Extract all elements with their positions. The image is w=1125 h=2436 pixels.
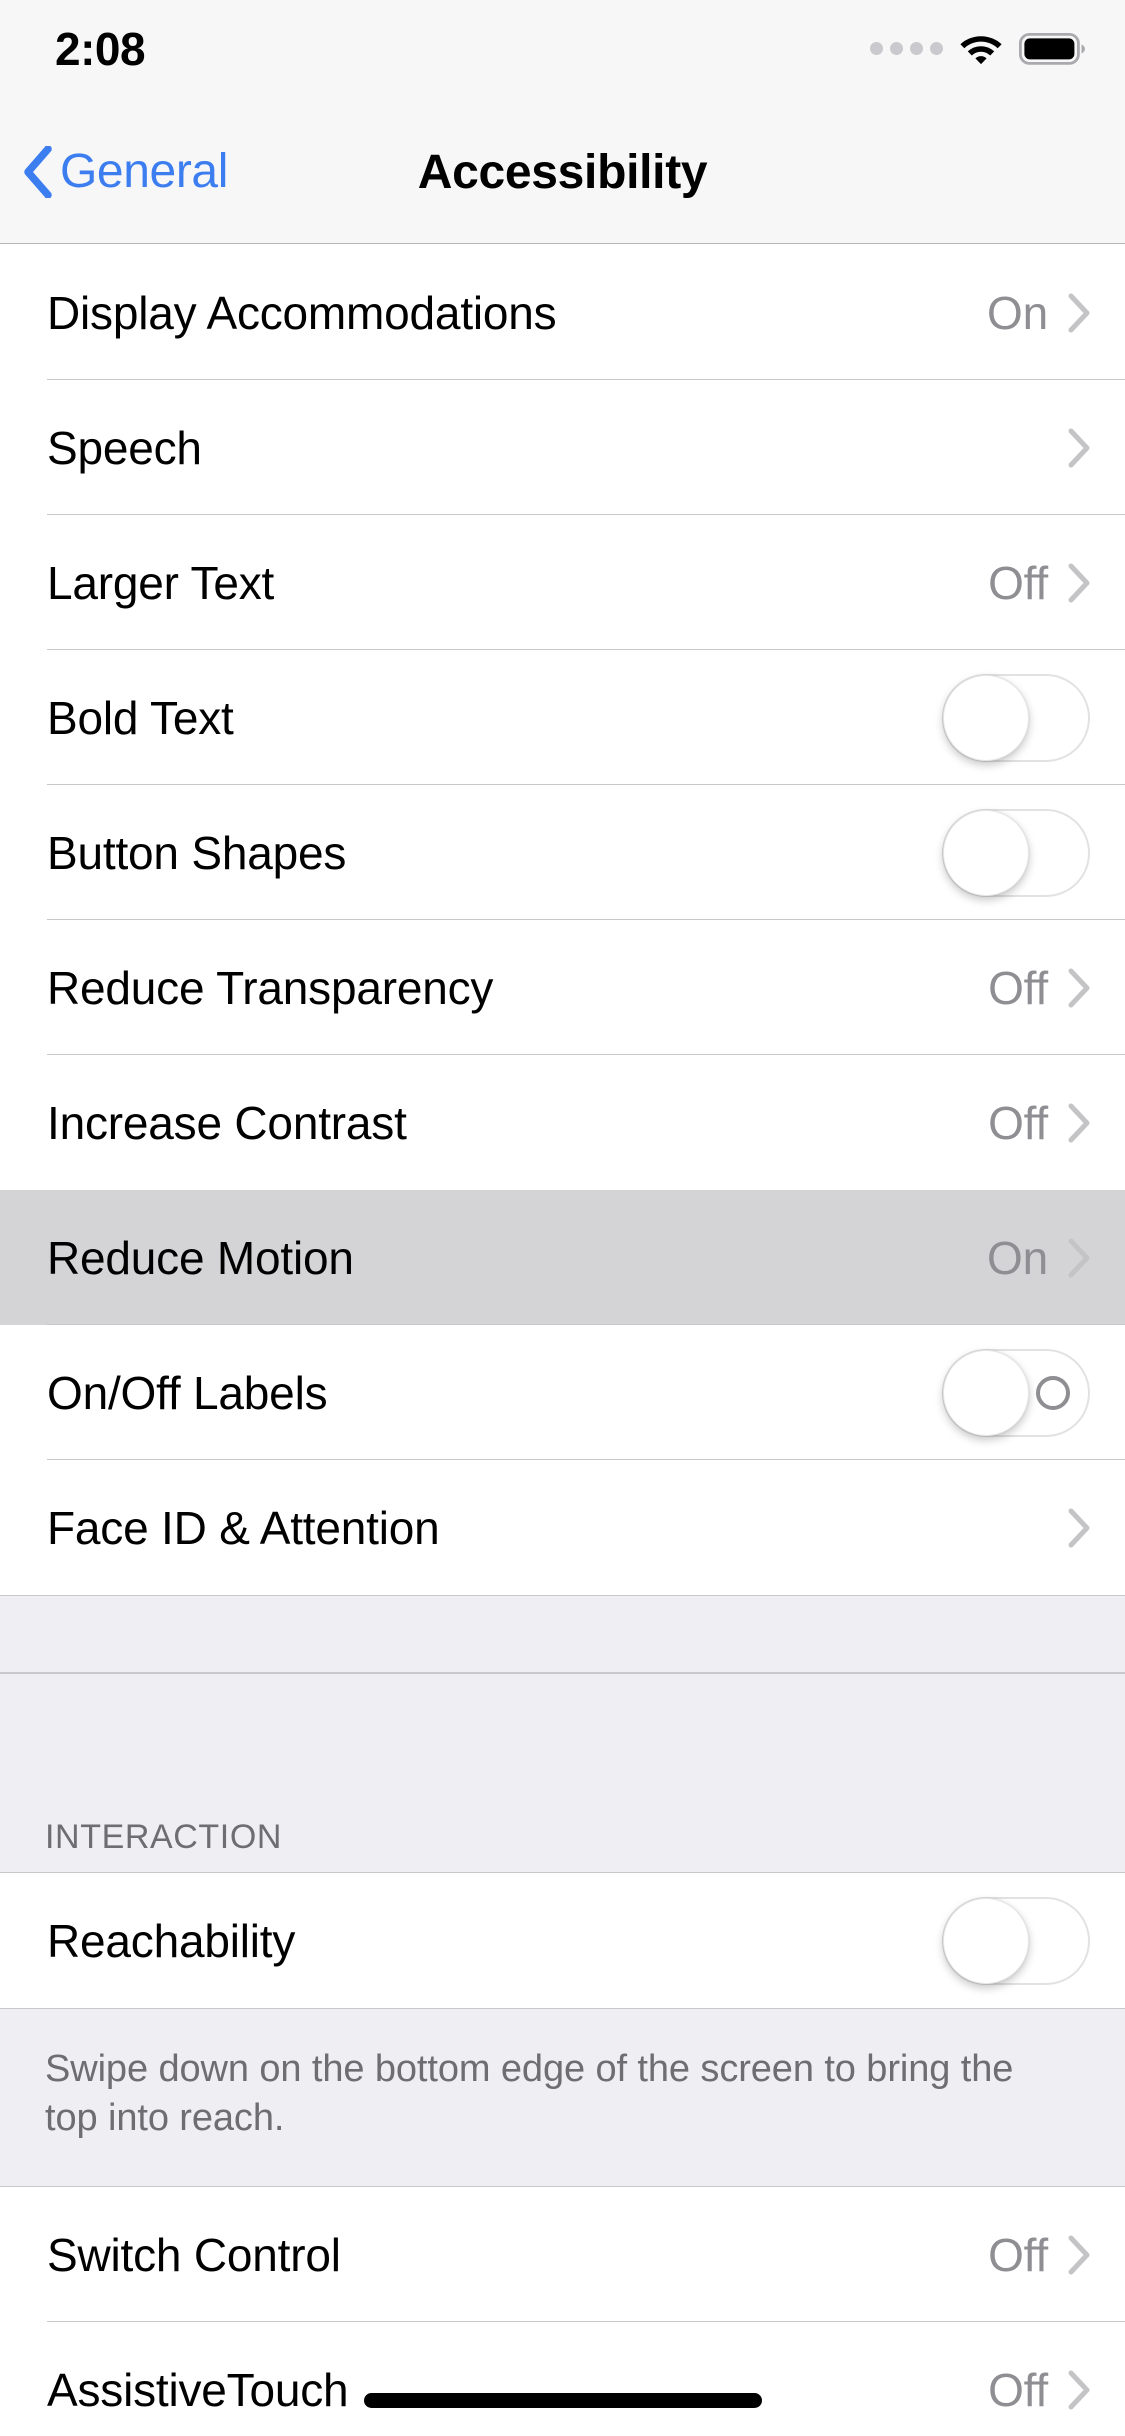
settings-row-reduce-motion[interactable]: Reduce Motion On bbox=[0, 1190, 1125, 1325]
settings-row-display-accommodations[interactable]: Display Accommodations On bbox=[0, 245, 1125, 380]
settings-row-label: Switch Control bbox=[47, 2228, 341, 2281]
settings-row-value: Off bbox=[988, 556, 1048, 609]
chevron-right-icon bbox=[1068, 1103, 1090, 1143]
settings-row-label: Reduce Transparency bbox=[47, 961, 494, 1014]
section-gap bbox=[0, 1595, 1125, 1673]
settings-row-accessory bbox=[1068, 428, 1090, 468]
settings-row-face-id-attention[interactable]: Face ID & Attention bbox=[0, 1460, 1125, 1595]
settings-row-label: Reduce Motion bbox=[47, 1231, 354, 1284]
settings-row-label: Reachability bbox=[47, 1914, 296, 1967]
navigation-bar: General Accessibility bbox=[0, 100, 1125, 244]
settings-row-label: Display Accommodations bbox=[47, 286, 557, 339]
back-button-label: General bbox=[60, 145, 228, 198]
settings-row-value: On bbox=[987, 1231, 1048, 1284]
settings-row-accessory bbox=[942, 1896, 1090, 1985]
toggle-bold-text[interactable] bbox=[942, 673, 1090, 762]
section-gap bbox=[0, 1673, 1125, 1751]
chevron-left-icon bbox=[22, 146, 52, 198]
chevron-right-icon bbox=[1068, 428, 1090, 468]
toggle-knob bbox=[943, 1897, 1029, 1984]
settings-table[interactable]: Display Accommodations On Speech Larger Tex… bbox=[0, 245, 1125, 2436]
section-header-label: INTERACTION bbox=[45, 1818, 283, 1856]
chevron-right-icon bbox=[1068, 293, 1090, 333]
settings-row-value: Off bbox=[988, 2363, 1048, 2416]
settings-row-label: Face ID & Attention bbox=[47, 1501, 440, 1554]
settings-row-accessory: Off bbox=[988, 2232, 1090, 2278]
settings-row-value: Off bbox=[988, 2228, 1048, 2281]
chevron-right-icon bbox=[1068, 2235, 1090, 2275]
settings-row-value: Off bbox=[988, 1096, 1048, 1149]
settings-group: Display Accommodations On Speech Larger Tex… bbox=[0, 245, 1125, 1595]
settings-row-accessory: On bbox=[987, 290, 1090, 336]
section-header-interaction: INTERACTION bbox=[0, 1751, 1125, 1873]
settings-row-increase-contrast[interactable]: Increase Contrast Off bbox=[0, 1055, 1125, 1190]
settings-row-accessory bbox=[942, 1348, 1090, 1437]
settings-row-label: Speech bbox=[47, 421, 202, 474]
settings-row-on-off-labels[interactable]: On/Off Labels bbox=[0, 1325, 1125, 1460]
settings-row-button-shapes[interactable]: Button Shapes bbox=[0, 785, 1125, 920]
settings-row-label: AssistiveTouch bbox=[47, 2363, 349, 2416]
toggle-knob bbox=[943, 809, 1029, 896]
status-bar-indicators bbox=[870, 26, 1085, 72]
settings-row-speech[interactable]: Speech bbox=[0, 380, 1125, 515]
settings-row-accessory bbox=[942, 808, 1090, 897]
toggle-button-shapes[interactable] bbox=[942, 808, 1090, 897]
settings-row-value: Off bbox=[988, 961, 1048, 1014]
settings-row-accessory: Off bbox=[988, 2367, 1090, 2413]
toggle-on-off-labels[interactable] bbox=[942, 1348, 1090, 1437]
settings-row-label: Larger Text bbox=[47, 556, 275, 609]
section-footer: Swipe down on the bottom edge of the scr… bbox=[0, 2008, 1125, 2188]
chevron-right-icon bbox=[1068, 2370, 1090, 2410]
back-button-general[interactable]: General bbox=[22, 100, 228, 244]
section-footer-text: Swipe down on the bottom edge of the scr… bbox=[45, 2048, 1014, 2139]
signal-dots-icon bbox=[870, 41, 943, 57]
settings-row-label: On/Off Labels bbox=[47, 1366, 328, 1419]
chevron-right-icon bbox=[1068, 968, 1090, 1008]
toggle-knob bbox=[943, 674, 1029, 761]
toggle-off-label-icon bbox=[1036, 1375, 1070, 1410]
settings-row-label: Bold Text bbox=[47, 691, 234, 744]
status-bar-time: 2:08 bbox=[55, 23, 146, 75]
battery-full-icon bbox=[1019, 33, 1085, 65]
home-indicator[interactable] bbox=[363, 2393, 762, 2408]
settings-row-bold-text[interactable]: Bold Text bbox=[0, 650, 1125, 785]
toggle-reachability[interactable] bbox=[942, 1896, 1090, 1985]
settings-row-value: On bbox=[987, 286, 1048, 339]
settings-row-accessory: Off bbox=[988, 965, 1090, 1011]
settings-row-accessory: Off bbox=[988, 560, 1090, 606]
settings-row-larger-text[interactable]: Larger Text Off bbox=[0, 515, 1125, 650]
toggle-knob bbox=[943, 1349, 1029, 1436]
settings-row-assistivetouch[interactable]: AssistiveTouch Off bbox=[0, 2322, 1125, 2436]
chevron-right-icon bbox=[1068, 1508, 1090, 1548]
wifi-icon bbox=[959, 33, 1003, 65]
settings-row-label: Button Shapes bbox=[47, 826, 347, 879]
settings-row-reachability[interactable]: Reachability bbox=[0, 1873, 1125, 2008]
settings-row-switch-control[interactable]: Switch Control Off bbox=[0, 2187, 1125, 2323]
settings-row-accessory bbox=[1068, 1508, 1090, 1548]
chevron-right-icon bbox=[1068, 563, 1090, 603]
settings-group: Reachability bbox=[0, 1873, 1125, 2008]
chevron-right-icon bbox=[1068, 1238, 1090, 1278]
status-bar: 2:08 bbox=[0, 0, 1125, 100]
settings-row-accessory: On bbox=[987, 1235, 1090, 1281]
settings-row-label: Increase Contrast bbox=[47, 1096, 407, 1149]
settings-row-accessory bbox=[942, 673, 1090, 762]
settings-row-reduce-transparency[interactable]: Reduce Transparency Off bbox=[0, 920, 1125, 1055]
settings-row-accessory: Off bbox=[988, 1100, 1090, 1146]
accessibility-settings-screen: 2:08 General Accessibility Display Accom… bbox=[0, 0, 1125, 2436]
